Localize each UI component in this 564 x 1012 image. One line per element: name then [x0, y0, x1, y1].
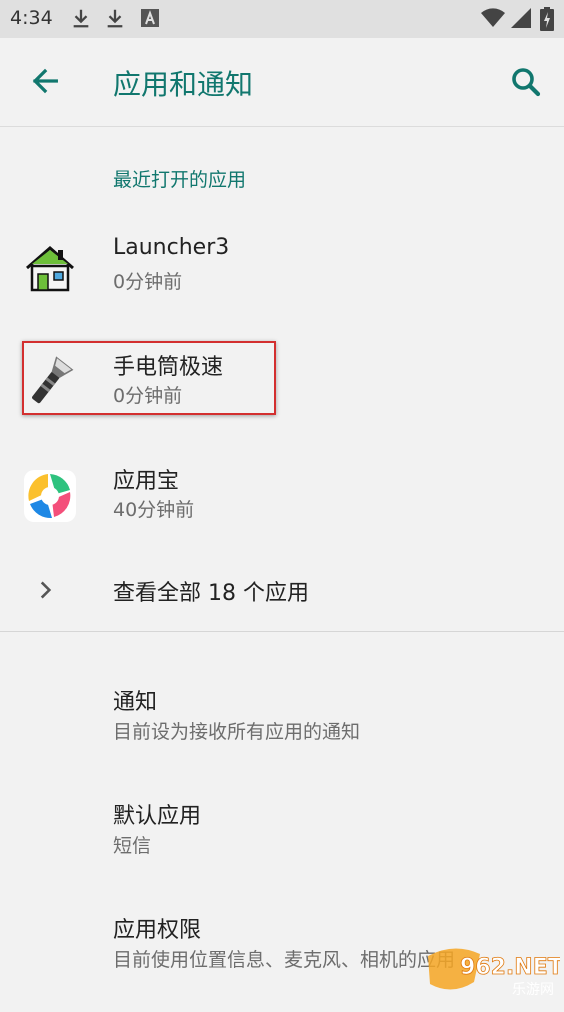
search-icon[interactable]	[508, 64, 544, 100]
pref-title: 应用权限	[113, 918, 202, 943]
recent-app-launcher3[interactable]: Launcher3 0分钟前	[0, 222, 564, 332]
yingyongbao-icon	[24, 470, 76, 522]
app-bar: 应用和通知	[0, 38, 564, 127]
font-a-icon	[141, 9, 159, 27]
watermark-sub: 乐游网	[512, 982, 554, 998]
pref-summary: 目前使用位置信息、麦克风、相机的应用	[113, 949, 456, 971]
pref-summary: 短信	[113, 835, 152, 857]
recent-app-yingyongbao[interactable]: 应用宝 40分钟前	[0, 450, 564, 560]
app-name: Launcher3	[113, 235, 230, 260]
see-all-apps-button[interactable]: 查看全部 18 个应用	[0, 560, 564, 620]
see-all-apps-label: 查看全部 18 个应用	[113, 581, 309, 606]
download-icon	[107, 9, 123, 28]
recent-app-flashlight[interactable]: 手电筒极速 0分钟前	[0, 336, 564, 446]
battery-icon	[540, 7, 554, 31]
app-name: 应用宝	[113, 469, 180, 494]
pref-summary: 目前设为接收所有应用的通知	[113, 721, 361, 743]
page-title: 应用和通知	[113, 68, 254, 101]
app-last-used: 0分钟前	[113, 385, 183, 407]
chevron-right-icon	[40, 581, 52, 599]
watermark-main: 962.NET	[460, 955, 560, 980]
pref-notifications[interactable]: 通知 目前设为接收所有应用的通知	[0, 684, 564, 784]
status-bar: 4:34	[0, 0, 564, 38]
status-time: 4:34	[10, 7, 53, 29]
recent-apps-header: 最近打开的应用	[113, 169, 247, 191]
house-icon	[26, 246, 74, 292]
flashlight-icon	[32, 356, 74, 404]
app-last-used: 40分钟前	[113, 499, 195, 521]
arrow-back-icon[interactable]	[28, 64, 62, 98]
pref-default-apps[interactable]: 默认应用 短信	[0, 798, 564, 898]
app-name: 手电筒极速	[113, 355, 224, 380]
wifi-icon	[481, 8, 505, 27]
watermark-logo: 962.NET 乐游网	[428, 948, 560, 998]
pref-title: 通知	[113, 690, 158, 715]
section-divider	[0, 631, 564, 632]
download-icon	[73, 9, 89, 28]
pref-title: 默认应用	[113, 804, 202, 829]
app-last-used: 0分钟前	[113, 271, 183, 293]
signal-icon	[511, 8, 531, 28]
